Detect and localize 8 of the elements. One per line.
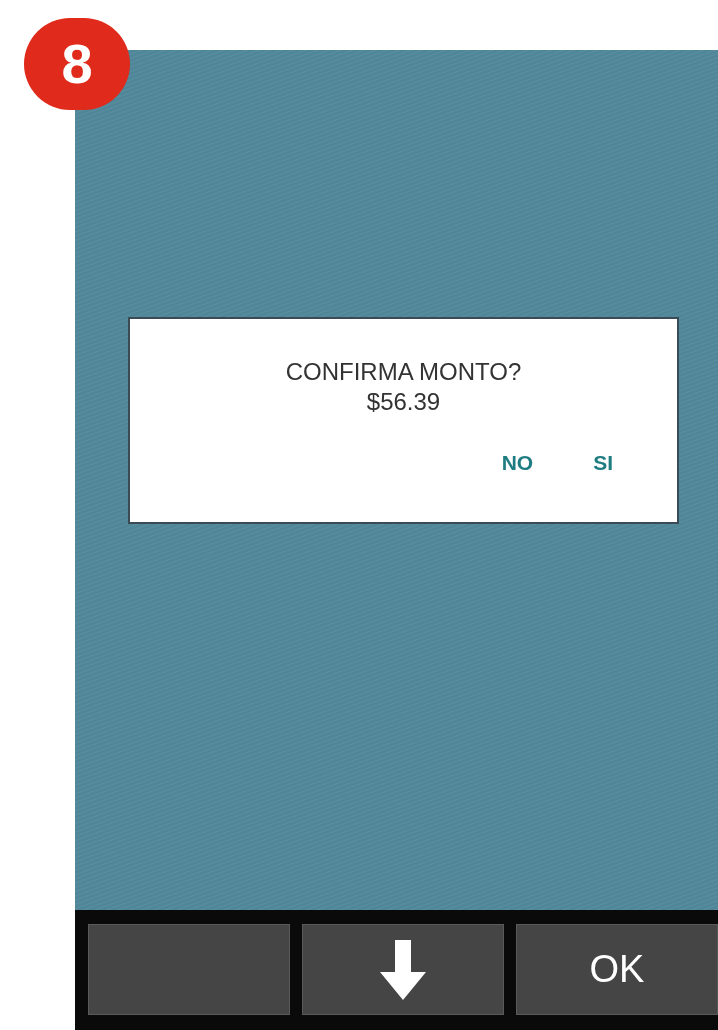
- dialog-button[interactable]: NO: [501, 446, 534, 478]
- dialog-amount: $56.39: [366, 386, 441, 417]
- dialog-title: CONFIRMA MONTO?: [285, 356, 522, 387]
- down-softkey[interactable]: [302, 924, 504, 1015]
- ok-softkey[interactable]: OK: [516, 924, 718, 1015]
- dialog-button[interactable]: SI: [593, 446, 613, 478]
- down-arrow-icon: [380, 939, 426, 1000]
- step-badge: 8: [24, 18, 130, 110]
